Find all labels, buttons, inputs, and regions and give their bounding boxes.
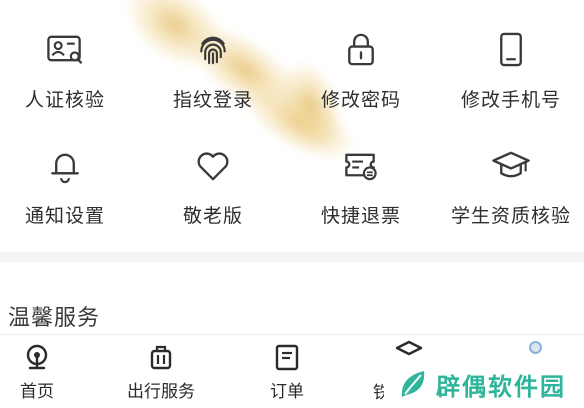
quick-refund-label: 快捷退票: [320, 205, 401, 227]
tab-home[interactable]: 首页: [0, 335, 102, 408]
leaf-logo-icon: [401, 371, 425, 397]
tab-travel-services-label: 出行服务: [127, 382, 195, 402]
id-verification-label: 人证核验: [24, 89, 105, 111]
fingerprint-login-label: 指纹登录: [172, 89, 253, 111]
student-verification-label: 学生资质核验: [450, 205, 571, 227]
tab-orders-label: 订单: [270, 382, 304, 402]
warm-services-title: 温馨服务: [8, 306, 101, 331]
watermark-text: 辟偶软件园: [436, 372, 566, 401]
change-phone-button[interactable]: 修改手机号: [438, 0, 584, 112]
fingerprint-icon: [200, 36, 226, 65]
tab-orders[interactable]: 订单: [222, 335, 352, 408]
elder-mode-label: 敬老版: [182, 205, 243, 227]
graduation-cap-icon: [492, 151, 530, 178]
tab-travel-services[interactable]: 出行服务: [96, 335, 226, 408]
elder-mode-button[interactable]: 敬老版: [140, 116, 286, 228]
mobile-phone-icon: [500, 32, 522, 67]
profile-indicator-dot: [529, 341, 542, 354]
watermark: 辟偶软件园: [384, 360, 584, 408]
partial-tab-icon[interactable]: [394, 340, 424, 362]
luggage-icon: [150, 345, 172, 370]
change-password-label: 修改密码: [320, 89, 401, 111]
tab-home-label: 首页: [20, 382, 54, 402]
change-phone-label: 修改手机号: [460, 89, 561, 111]
notification-settings-button[interactable]: 通知设置: [0, 116, 138, 228]
lock-icon: [348, 33, 374, 66]
notification-settings-label: 通知设置: [24, 205, 105, 227]
order-list-icon: [275, 344, 299, 371]
heart-icon: [197, 152, 229, 181]
student-verification-button[interactable]: 学生资质核验: [438, 116, 584, 228]
id-card-search-icon: [47, 35, 83, 64]
home-train-icon: [26, 344, 48, 370]
quick-refund-button[interactable]: 快捷退票: [288, 116, 434, 228]
fingerprint-login-button[interactable]: 指纹登录: [140, 0, 286, 112]
ticket-refund-icon: [345, 153, 377, 181]
change-password-button[interactable]: 修改密码: [288, 0, 434, 112]
bell-icon: [51, 153, 79, 184]
id-verification-button[interactable]: 人证核验: [0, 0, 138, 112]
